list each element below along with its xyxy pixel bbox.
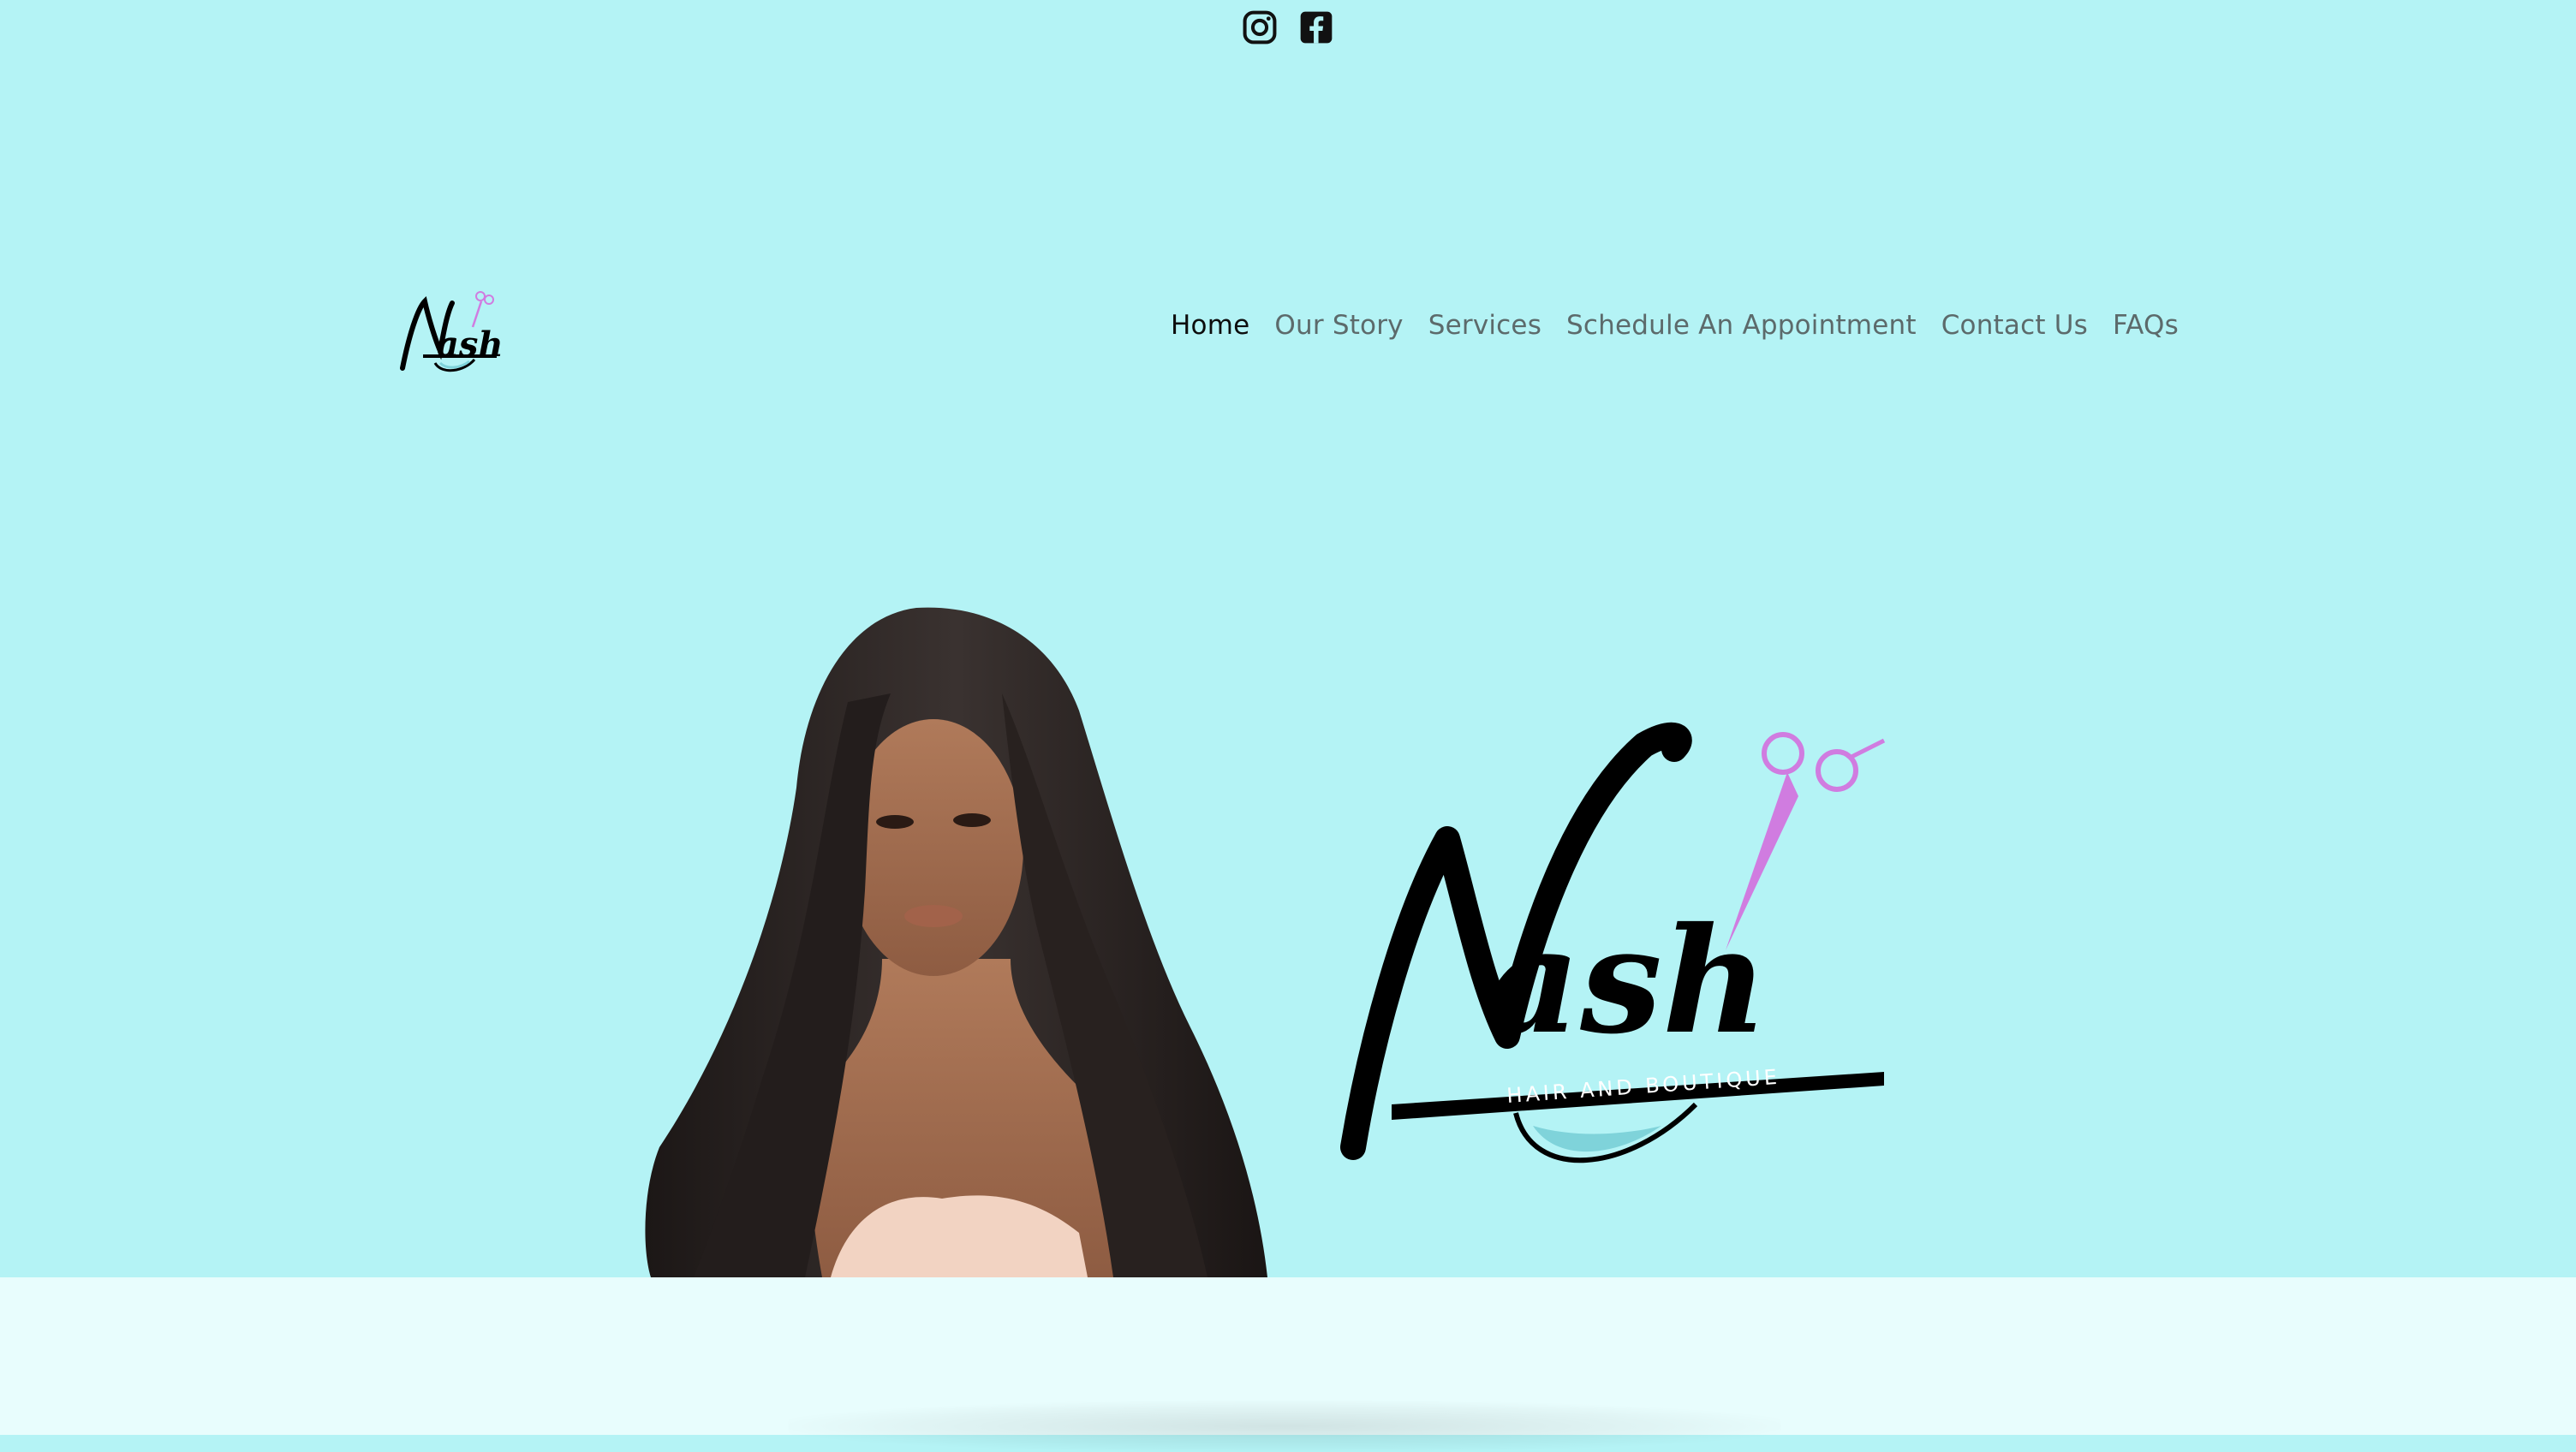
- nav-item-services[interactable]: Services: [1428, 310, 1541, 341]
- facebook-link[interactable]: [1297, 9, 1335, 46]
- nash-hero-logo: ash HAIR AND BOUTIQUE: [1340, 722, 1886, 1163]
- svg-text:ash: ash: [1486, 896, 1768, 1067]
- facebook-icon: [1300, 11, 1333, 44]
- social-links: [0, 9, 2576, 46]
- nash-logo-small: ash: [400, 291, 502, 372]
- hero-section: ash Home Our Story Services Schedule An …: [0, 0, 2576, 1277]
- svg-text:ash: ash: [437, 324, 502, 365]
- instagram-icon: [1243, 10, 1277, 45]
- instagram-link[interactable]: [1241, 9, 1279, 46]
- main-nav: Home Our Story Services Schedule An Appo…: [1171, 310, 2179, 341]
- nav-item-our-story[interactable]: Our Story: [1274, 310, 1403, 341]
- nav-item-home[interactable]: Home: [1171, 310, 1249, 341]
- hero-model-image: [645, 607, 1267, 1277]
- nav-item-schedule-appointment[interactable]: Schedule An Appointment: [1566, 310, 1917, 341]
- nav-item-faqs[interactable]: FAQs: [2113, 310, 2179, 341]
- nav-item-contact-us[interactable]: Contact Us: [1941, 310, 2088, 341]
- card-shadow: [788, 1401, 1781, 1452]
- site-header: ash Home Our Story Services Schedule An …: [391, 274, 2179, 385]
